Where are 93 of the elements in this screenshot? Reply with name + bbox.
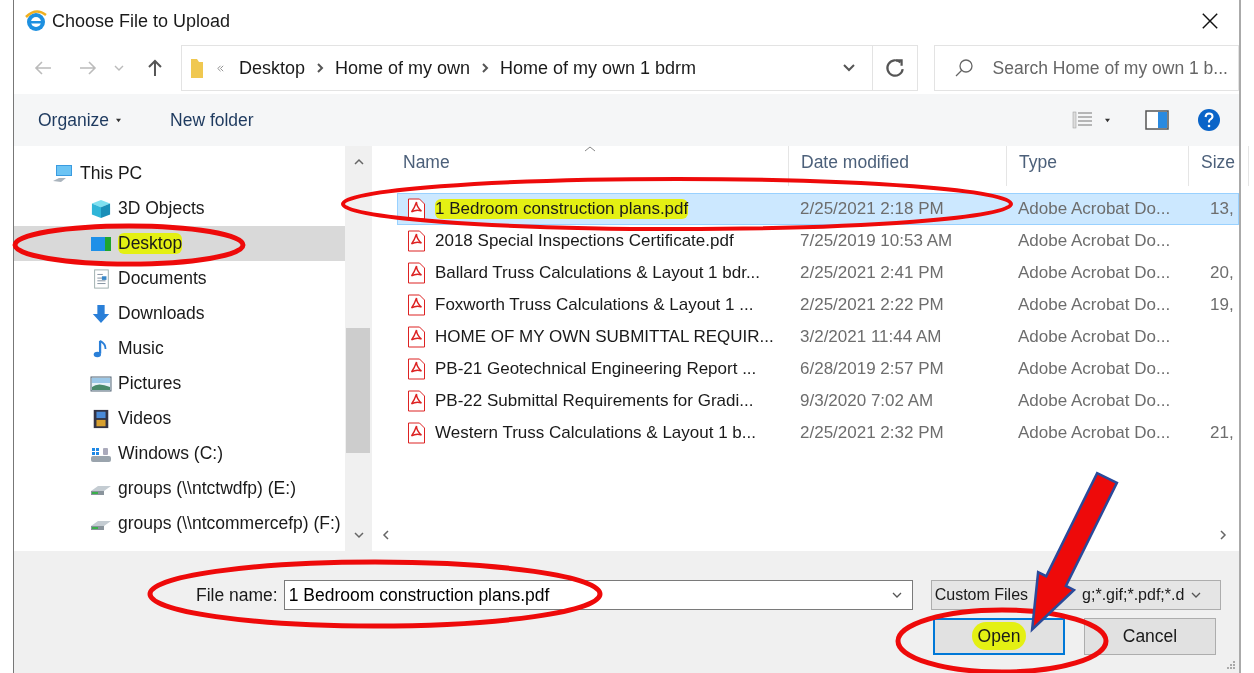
- type-cell-text: Adobe Acrobat Do...: [1018, 199, 1172, 219]
- type-cell-text: Adobe Acrobat Do...: [1018, 327, 1172, 347]
- chevron-down-icon[interactable]: [841, 63, 856, 73]
- help-icon[interactable]: [1197, 108, 1221, 132]
- nav-item[interactable]: 3D Objects: [14, 191, 345, 226]
- breadcrumb-item[interactable]: Home of my own: [334, 57, 470, 79]
- file-name-field[interactable]: 1 Bedroom construction plans.pdf: [283, 580, 913, 610]
- file-row[interactable]: PB-22 Submittal Requirements for Gradi... 9/3/2020 7:02 AM Adobe Acrobat Do...: [397, 385, 1239, 417]
- address-bar[interactable]: Desktop Home of my own Home of my own 1 bdrm: [180, 45, 918, 91]
- organize-menu[interactable]: Organize: [26, 105, 134, 135]
- scroll-up-icon[interactable]: [352, 158, 365, 166]
- file-name: Ballard Truss Calculations & Layout 1 bdr...: [435, 263, 761, 283]
- nav-item[interactable]: Pictures: [14, 366, 345, 401]
- size-cell-text: 19,: [1209, 295, 1235, 315]
- scrollbar-thumb[interactable]: [346, 328, 370, 453]
- search-field[interactable]: Search Home of my own 1 b...: [933, 45, 1239, 91]
- column-header[interactable]: Name: [390, 146, 789, 186]
- size-cell-text: 21,: [1209, 423, 1235, 443]
- caret-icon[interactable]: [1104, 117, 1111, 123]
- caret-icon: [115, 117, 122, 123]
- chevron-right-icon: [314, 62, 325, 74]
- pdf-file-icon: [407, 198, 426, 220]
- pdf-file-icon: [407, 358, 426, 380]
- close-icon[interactable]: [1201, 12, 1219, 30]
- file-row[interactable]: Ballard Truss Calculations & Layout 1 bdr... 2/25/2021 2:41 PM Adobe Acrobat Do... 20,: [397, 257, 1239, 289]
- file-name: 2018 Special Inspections Certificate.pdf: [435, 231, 734, 251]
- date-cell-text: 7/25/2019 10:53 AM: [800, 231, 954, 251]
- date-cell-text: 6/28/2019 2:57 PM: [800, 359, 945, 379]
- nav-item[interactable]: This PC: [14, 156, 345, 191]
- breadcrumb-item[interactable]: Desktop: [238, 57, 305, 79]
- chevron-down-icon: [1190, 591, 1203, 599]
- dialog-button[interactable]: Cancel: [1084, 618, 1216, 655]
- type-cell-text: Adobe Acrobat Do...: [1018, 295, 1172, 315]
- file-row[interactable]: Foxworth Truss Calculations & Layout 1 ... 2/25/2021 2:22 PM Adobe Acrobat Do... 19,: [397, 289, 1239, 321]
- scroll-down-icon[interactable]: [352, 531, 365, 539]
- file-row[interactable]: HOME OF MY OWN SUBMITTAL REQUIR... 3/2/2021 11:44 AM Adobe Acrobat Do...: [397, 321, 1239, 353]
- nav-item[interactable]: Music: [14, 331, 345, 366]
- type-cell-text: Adobe Acrobat Do...: [1018, 231, 1172, 251]
- size-cell-text: 20,: [1209, 263, 1235, 283]
- pdf-file-icon: [407, 390, 426, 412]
- type-cell-text: Adobe Acrobat Do...: [1018, 391, 1172, 411]
- nav-item[interactable]: Documents: [14, 261, 345, 296]
- preview-pane-icon[interactable]: [1145, 110, 1169, 130]
- size-cell-text: 13,: [1209, 199, 1235, 219]
- file-row[interactable]: Western Truss Calculations & Layout 1 b... 2/25/2021 2:32 PM Adobe Acrobat Do... 21,: [397, 417, 1239, 449]
- column-header[interactable]: Date modified: [789, 146, 1007, 186]
- file-name-label: File name:: [196, 584, 278, 606]
- file-name: HOME OF MY OWN SUBMITTAL REQUIR...: [435, 327, 774, 347]
- search-icon: [953, 58, 974, 78]
- file-name: Western Truss Calculations & Layout 1 b...: [435, 423, 756, 443]
- toolbar-button[interactable]: New folder: [158, 105, 266, 135]
- scroll-right-icon[interactable]: [1219, 529, 1227, 541]
- file-name: Foxworth Truss Calculations & Layout 1 ...: [435, 295, 754, 315]
- nav-item[interactable]: Windows (C:): [14, 436, 345, 471]
- pdf-file-icon: [407, 326, 426, 348]
- nav-item[interactable]: groups (\\ntcommercefp) (F:): [14, 506, 345, 541]
- pdf-file-icon: [407, 422, 426, 444]
- sort-caret-icon: [584, 146, 596, 152]
- resize-grip-icon[interactable]: [1226, 660, 1236, 670]
- scroll-left-icon[interactable]: [382, 529, 390, 541]
- date-cell-text: 2/25/2021 2:22 PM: [800, 295, 945, 315]
- date-cell-text: 2/25/2021 2:18 PM: [800, 199, 945, 219]
- file-row[interactable]: 2018 Special Inspections Certificate.pdf 7/25/2019 10:53 AM Adobe Acrobat Do...: [397, 225, 1239, 257]
- file-name: PB-22 Submittal Requirements for Gradi...: [435, 391, 754, 411]
- folder-icon: [189, 57, 204, 79]
- browser-logo-icon: [24, 9, 48, 33]
- type-cell-text: Adobe Acrobat Do...: [1018, 263, 1172, 283]
- landscape-image-icon: [90, 373, 112, 394]
- computer-icon: [52, 163, 74, 184]
- window-title: Choose File to Upload: [52, 10, 231, 32]
- date-cell-text: 9/3/2020 7:02 AM: [800, 391, 935, 411]
- cube-icon: [90, 198, 112, 219]
- chevron-right-icon: [480, 62, 490, 74]
- file-name: PB-21 Geotechnical Engineering Report ...: [435, 359, 757, 379]
- nav-item[interactable]: groups (\\ntctwdfp) (E:): [14, 471, 345, 506]
- column-header[interactable]: Type: [1007, 146, 1189, 186]
- double-chevron-icon: [215, 63, 225, 73]
- chevron-down-icon: [890, 591, 903, 599]
- date-cell-text: 2/25/2021 2:41 PM: [800, 263, 945, 283]
- type-cell-text: Adobe Acrobat Do...: [1018, 359, 1172, 379]
- date-cell-text: 2/25/2021 2:32 PM: [800, 423, 945, 443]
- refresh-icon: [883, 57, 906, 79]
- date-cell-text: 3/2/2021 11:44 AM: [800, 327, 943, 347]
- breadcrumb-item[interactable]: Home of my own 1 bdrm: [500, 57, 697, 79]
- nav-item[interactable]: Videos: [14, 401, 345, 436]
- pdf-file-icon: [407, 262, 426, 284]
- download-icon: [90, 303, 112, 324]
- pdf-file-icon: [407, 230, 426, 252]
- file-row[interactable]: PB-21 Geotechnical Engineering Report ... 6/28/2019 2:57 PM Adobe Acrobat Do...: [397, 353, 1239, 385]
- pdf-file-icon: [407, 294, 426, 316]
- type-cell-text: Adobe Acrobat Do...: [1018, 423, 1172, 443]
- dialog-button[interactable]: Open: [933, 618, 1065, 655]
- nav-item[interactable]: Downloads: [14, 296, 345, 331]
